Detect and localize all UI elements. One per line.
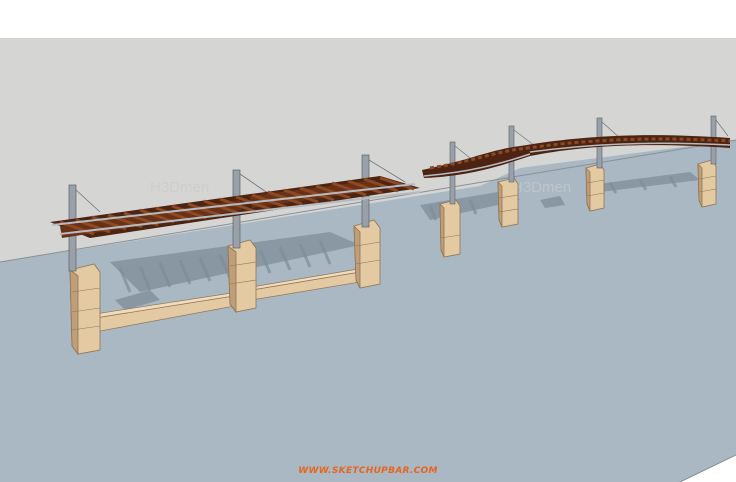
sky-band	[0, 0, 736, 38]
left-pier-2	[227, 239, 257, 314]
right-pier-3	[585, 163, 605, 212]
left-pier-1	[69, 263, 101, 356]
right-pier-1	[439, 199, 461, 258]
right-pier-4	[697, 159, 717, 208]
right-pier-2	[497, 177, 519, 228]
render-watermark-left: H3Dmen	[150, 179, 209, 196]
sketchupbar-watermark: WWW.SKETCHUPBAR.COM	[298, 466, 438, 476]
left-pier-3	[353, 219, 381, 289]
sketchup-render-scene: H3Dmen H3Dmen	[0, 0, 736, 482]
render-watermark-right: H3Dmen	[512, 179, 571, 196]
